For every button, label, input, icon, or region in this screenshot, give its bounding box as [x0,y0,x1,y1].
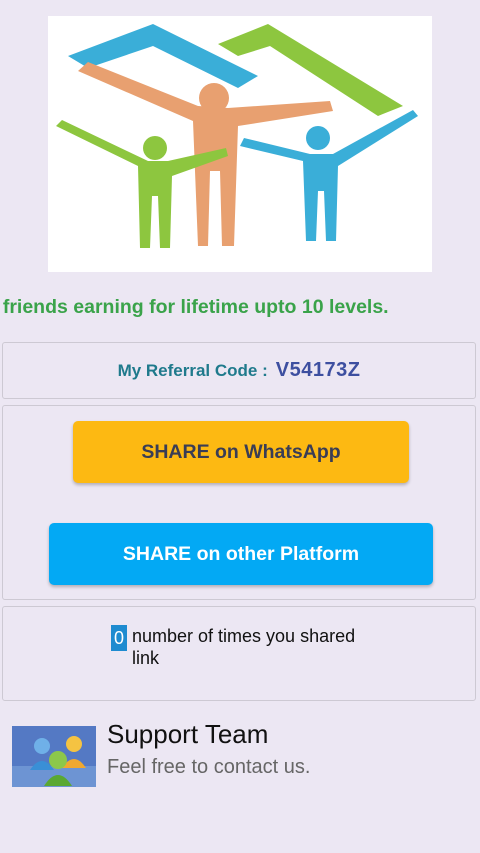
share-card: SHARE on WhatsApp SHARE on other Platfor… [2,405,476,600]
app-logo [48,16,432,272]
share-count-value: 0 [111,625,127,651]
people-logo-icon [56,24,418,248]
referral-code-card: My Referral Code : V54173Z [2,342,476,399]
referral-code-label: My Referral Code : [117,360,268,380]
referral-code-value[interactable]: V54173Z [276,359,361,382]
support-team-item[interactable]: Support Team Feel free to contact us. [11,718,451,790]
marquee-text: our friends earning for lifetime upto 10… [0,296,389,318]
share-count-label: number of times you shared link [132,626,356,668]
support-team-icon [12,726,96,787]
share-count-card: 0 number of times you shared link [2,606,476,701]
earning-marquee: our friends earning for lifetime upto 10… [0,292,480,322]
support-team-title: Support Team [107,719,269,749]
share-whatsapp-button[interactable]: SHARE on WhatsApp [73,421,409,483]
share-other-platform-button[interactable]: SHARE on other Platform [49,523,433,585]
support-team-subtitle: Feel free to contact us. [107,756,311,778]
